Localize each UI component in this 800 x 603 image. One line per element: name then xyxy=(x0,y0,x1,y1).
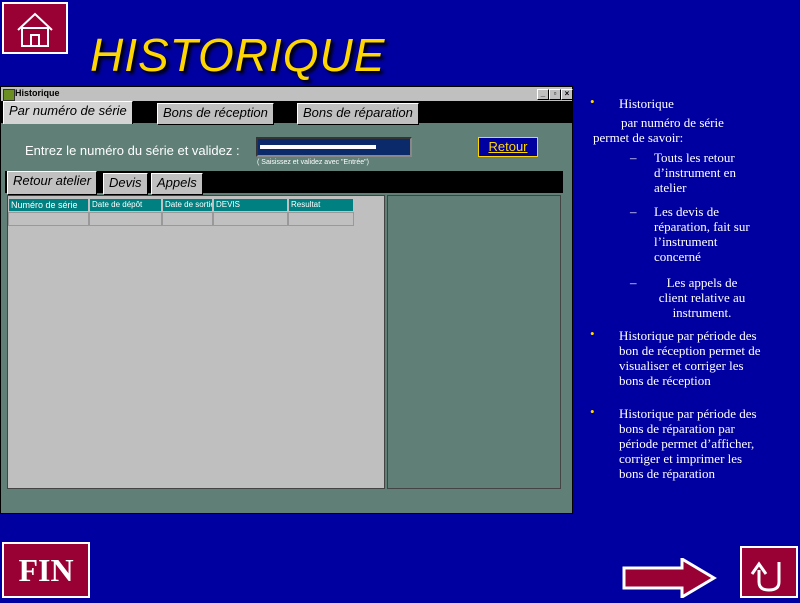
column-header-numero-de-serie[interactable]: Numéro de série xyxy=(8,198,89,212)
slide-title: HISTORIQUE xyxy=(90,29,386,81)
tab-bons-de-reception[interactable]: Bons de réception xyxy=(157,103,274,125)
column-header-devis[interactable]: DEVIS xyxy=(213,198,288,212)
historique-window: Historique _ ▫ × Par numéro de série Bon… xyxy=(0,86,573,514)
bullet-3: Historique par période des bons de répar… xyxy=(619,406,757,481)
results-table: Numéro de série Date de dépôt Date de so… xyxy=(7,195,385,489)
next-button[interactable] xyxy=(622,556,717,600)
table-cell[interactable] xyxy=(288,212,354,226)
column-header-date-de-sortie[interactable]: Date de sortie xyxy=(162,198,213,212)
minimize-button[interactable]: _ xyxy=(537,89,549,100)
tab-appels[interactable]: Appels xyxy=(151,173,203,195)
serial-input-selection xyxy=(260,145,376,149)
home-icon xyxy=(17,12,53,47)
bullet-2: Historique par période des bon de récept… xyxy=(619,328,761,388)
restore-button[interactable]: ▫ xyxy=(549,89,561,100)
close-button[interactable]: × xyxy=(561,89,573,100)
table-cell[interactable] xyxy=(162,212,213,226)
dash-icon: – xyxy=(630,150,637,165)
tab-retour-atelier[interactable]: Retour atelier xyxy=(7,171,98,195)
sub-bullet-2: Les devis de réparation, fait sur l’inst… xyxy=(654,204,750,264)
serial-input[interactable] xyxy=(256,137,412,157)
dash-icon: – xyxy=(630,204,637,219)
tab-bons-de-reparation[interactable]: Bons de réparation xyxy=(297,103,419,125)
detail-panel xyxy=(387,195,561,489)
sub-tab-bar: Retour atelier Devis Appels xyxy=(5,171,563,195)
column-header-resultat[interactable]: Resultat xyxy=(288,198,354,212)
bullet-dot-icon: • xyxy=(590,326,595,341)
bullet-dot-icon: • xyxy=(590,94,595,109)
sub-bullet-3: Les appels de client relative au instrum… xyxy=(658,275,746,320)
window-titlebar: Historique _ ▫ × xyxy=(1,87,573,101)
home-button[interactable] xyxy=(2,2,68,54)
right-arrow-icon xyxy=(622,556,717,600)
column-header-date-de-depot[interactable]: Date de dépôt xyxy=(89,198,162,212)
retour-button[interactable]: Retour xyxy=(478,137,538,157)
bullet-dot-icon: • xyxy=(590,404,595,419)
table-cell[interactable] xyxy=(89,212,162,226)
table-cell[interactable] xyxy=(8,212,89,226)
serial-label: Entrez le numéro du série et validez : xyxy=(25,143,240,158)
table-cell[interactable] xyxy=(213,212,288,226)
tab-par-numero-de-serie[interactable]: Par numéro de série xyxy=(3,101,133,124)
serial-hint: ( Saisissez et validez avec "Entrée") xyxy=(257,159,369,166)
tab-devis[interactable]: Devis xyxy=(103,173,148,195)
window-title: Historique xyxy=(15,88,60,98)
fin-button[interactable]: FIN xyxy=(2,542,90,598)
back-button[interactable] xyxy=(740,546,798,598)
bullet-1-title: Historique xyxy=(619,96,674,111)
dash-icon: – xyxy=(630,275,637,290)
main-tab-bar: Par numéro de série Bons de réception Bo… xyxy=(1,101,572,125)
app-icon xyxy=(3,89,15,101)
u-turn-back-icon xyxy=(750,561,781,592)
bullet-1-intro: par numéro de série permet de savoir: xyxy=(593,115,724,145)
sub-bullet-1: Touts les retour d’instrument en atelier xyxy=(654,150,736,195)
